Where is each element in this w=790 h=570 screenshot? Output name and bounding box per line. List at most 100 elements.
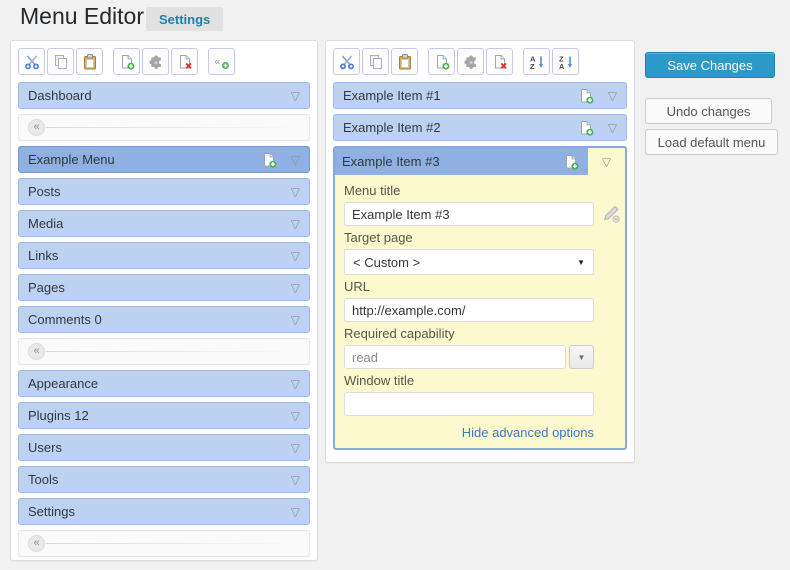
collapse-item-toggle[interactable]: ▽: [588, 148, 625, 175]
plugin-button[interactable]: [457, 48, 484, 75]
new-item-icon: [119, 54, 135, 70]
select-arrow-icon: ▼: [577, 258, 585, 267]
window-title-label: Window title: [344, 373, 594, 388]
chevron-down-icon[interactable]: ▽: [291, 90, 300, 102]
required-capability-input[interactable]: [344, 345, 566, 369]
menu-item-comments[interactable]: Comments 0 ▽: [18, 306, 310, 333]
hide-advanced-options-link[interactable]: Hide advanced options: [344, 425, 594, 440]
menu-item-label: Plugins 12: [28, 408, 291, 423]
chevron-down-icon[interactable]: ▽: [291, 218, 300, 230]
submenu-item-example-2[interactable]: Example Item #2 ▽: [333, 114, 627, 141]
chevron-down-icon[interactable]: ▽: [608, 90, 617, 102]
menu-separator-item[interactable]: «: [18, 114, 310, 141]
target-page-label: Target page: [344, 230, 594, 245]
sort-descending-button[interactable]: Z A: [552, 48, 579, 75]
menu-separator-item[interactable]: «: [18, 338, 310, 365]
plugin-button[interactable]: [142, 48, 169, 75]
delete-item-button[interactable]: [171, 48, 198, 75]
separator-line: [46, 127, 300, 128]
svg-text:Z: Z: [530, 62, 535, 70]
capability-dropdown-button[interactable]: ▼: [569, 345, 594, 369]
new-item-button[interactable]: [113, 48, 140, 75]
chevron-down-icon[interactable]: ▽: [291, 474, 300, 486]
new-item-icon: [578, 88, 594, 104]
menu-item-label: Pages: [28, 280, 291, 295]
menu-item-label: Example Menu: [28, 152, 251, 167]
chevron-down-icon[interactable]: ▽: [291, 410, 300, 422]
paste-icon: [82, 54, 98, 70]
separator-line: [46, 351, 300, 352]
load-default-menu-button[interactable]: Load default menu: [645, 129, 778, 155]
submenu-item-example-3[interactable]: Example Item #3: [335, 148, 588, 175]
menu-item-links[interactable]: Links ▽: [18, 242, 310, 269]
sort-ascending-button[interactable]: A Z: [523, 48, 550, 75]
menu-item-plugins[interactable]: Plugins 12 ▽: [18, 402, 310, 429]
menu-item-label: Tools: [28, 472, 291, 487]
new-item-icon: [434, 54, 450, 70]
chevron-down-icon[interactable]: ▽: [291, 442, 300, 454]
cut-button[interactable]: [18, 48, 45, 75]
menu-item-settings[interactable]: Settings ▽: [18, 498, 310, 525]
submenu-toolbar: A Z Z A: [333, 48, 627, 75]
new-item-button[interactable]: [428, 48, 455, 75]
menu-item-dashboard[interactable]: Dashboard ▽: [18, 82, 310, 109]
menu-item-pages[interactable]: Pages ▽: [18, 274, 310, 301]
admin-menu-toolbar: «: [18, 48, 310, 75]
plugin-icon: [463, 54, 479, 70]
submenu-item-example-1[interactable]: Example Item #1 ▽: [333, 82, 627, 109]
menu-separator-item[interactable]: «: [18, 530, 310, 557]
menu-item-posts[interactable]: Posts ▽: [18, 178, 310, 205]
window-title-input[interactable]: [344, 392, 594, 416]
cut-icon: [24, 54, 40, 70]
chevron-down-icon[interactable]: ▽: [291, 314, 300, 326]
chevron-down-icon[interactable]: ▽: [291, 154, 300, 166]
submenu-item-label: Example Item #3: [342, 154, 553, 169]
menu-item-appearance[interactable]: Appearance ▽: [18, 370, 310, 397]
menu-item-media[interactable]: Media ▽: [18, 210, 310, 237]
url-input[interactable]: [344, 298, 594, 322]
chevron-down-icon: ▽: [602, 156, 611, 168]
svg-text:«: «: [214, 56, 220, 67]
sort-descending-icon: Z A: [558, 54, 574, 70]
menu-title-input[interactable]: [344, 202, 594, 226]
menu-item-users[interactable]: Users ▽: [18, 434, 310, 461]
edit-pencil-icon: [601, 204, 620, 223]
copy-button[interactable]: [362, 48, 389, 75]
dropdown-arrow-icon: ▼: [578, 353, 586, 362]
new-separator-icon: «: [214, 54, 230, 70]
save-changes-button[interactable]: Save Changes: [645, 52, 775, 78]
separator-icon: «: [28, 343, 45, 360]
target-page-select[interactable]: < Custom > ▼: [344, 249, 594, 275]
menu-item-example-menu[interactable]: Example Menu ▽: [18, 146, 310, 173]
menu-item-label: Appearance: [28, 376, 291, 391]
menu-item-tools[interactable]: Tools ▽: [18, 466, 310, 493]
new-separator-button[interactable]: «: [208, 48, 235, 75]
submenu-item-label: Example Item #1: [343, 88, 568, 103]
target-page-value: < Custom >: [353, 255, 420, 270]
submenu-item-example-3-expanded: Example Item #3 ▽ Menu title Target page…: [333, 146, 627, 450]
admin-menu-panel: « Dashboard ▽ « Example Menu ▽ Posts ▽ M…: [10, 40, 318, 561]
chevron-down-icon[interactable]: ▽: [291, 250, 300, 262]
page-title: Menu Editor: [20, 1, 144, 31]
paste-button[interactable]: [391, 48, 418, 75]
url-label: URL: [344, 279, 594, 294]
settings-button[interactable]: Settings: [146, 7, 223, 31]
chevron-down-icon[interactable]: ▽: [291, 506, 300, 518]
chevron-down-icon[interactable]: ▽: [608, 122, 617, 134]
chevron-down-icon[interactable]: ▽: [291, 282, 300, 294]
plugin-icon: [148, 54, 164, 70]
chevron-down-icon[interactable]: ▽: [291, 186, 300, 198]
copy-button[interactable]: [47, 48, 74, 75]
submenu-item-label: Example Item #2: [343, 120, 568, 135]
chevron-down-icon[interactable]: ▽: [291, 378, 300, 390]
delete-item-button[interactable]: [486, 48, 513, 75]
paste-button[interactable]: [76, 48, 103, 75]
item-settings-form: Menu title Target page < Custom > ▼ URL …: [335, 175, 625, 448]
undo-changes-button[interactable]: Undo changes: [645, 98, 772, 124]
cut-button[interactable]: [333, 48, 360, 75]
copy-icon: [368, 54, 384, 70]
paste-icon: [397, 54, 413, 70]
menu-item-label: Links: [28, 248, 291, 263]
delete-item-icon: [177, 54, 193, 70]
delete-item-icon: [492, 54, 508, 70]
